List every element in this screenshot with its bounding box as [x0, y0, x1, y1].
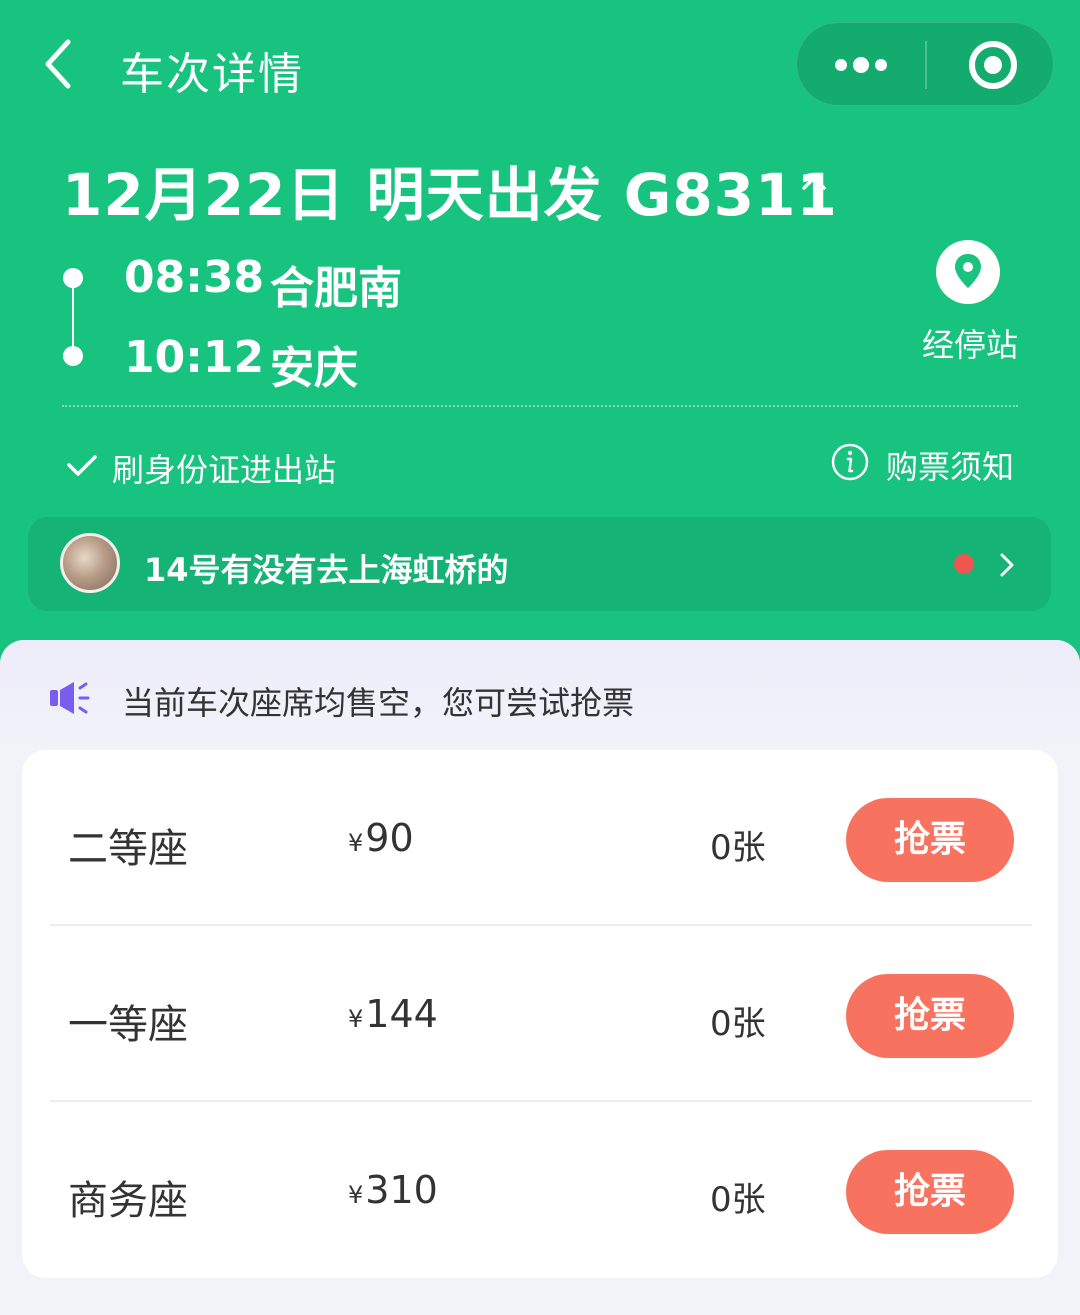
soldout-notice: 当前车次座席均售空，您可尝试抢票: [122, 684, 635, 722]
arrival-time: 10:12: [124, 332, 265, 383]
unread-dot: [954, 554, 974, 574]
close-button[interactable]: [947, 33, 1037, 97]
purchase-notice-label: 购票须知: [886, 448, 1015, 486]
seat-list: 二等座 ¥90 0张 抢票 一等座 ¥144 0张 抢票 商务座 ¥310 0张…: [22, 750, 1058, 1278]
dotted-divider: [62, 405, 1018, 407]
info-icon: [831, 443, 869, 481]
page-title: 车次详情: [120, 49, 304, 100]
location-pin-icon: [955, 254, 981, 288]
grab-ticket-button[interactable]: 抢票: [846, 974, 1014, 1058]
stops-label: 经停站: [921, 326, 1018, 364]
checkmark-icon: [67, 455, 97, 476]
seat-name: 商务座: [68, 1178, 188, 1224]
seat-price: ¥90: [348, 816, 414, 860]
avatar: [60, 533, 120, 593]
currency-symbol: ¥: [348, 1181, 364, 1209]
currency-symbol: ¥: [348, 1005, 364, 1033]
collapse-button[interactable]: [798, 166, 830, 198]
grab-ticket-button[interactable]: 抢票: [846, 1150, 1014, 1234]
seat-row-business-class: 商务座 ¥310 0张 抢票: [22, 1102, 1058, 1278]
soldout-banner: 当前车次座席均售空，您可尝试抢票: [0, 640, 1080, 750]
seat-count: 0张: [710, 1004, 766, 1044]
price-value: 90: [365, 816, 414, 860]
close-circle-icon: [969, 41, 1017, 89]
chevron-up-icon: [802, 176, 826, 190]
seat-name: 一等座: [68, 1002, 188, 1048]
pin-circle: [936, 240, 1000, 304]
back-button[interactable]: [40, 36, 80, 92]
stops-button[interactable]: 经停站: [910, 238, 1030, 368]
nav-bar: 车次详情: [0, 0, 1080, 130]
price-value: 310: [365, 1168, 438, 1212]
back-arrow-icon: [45, 39, 71, 89]
price-value: 144: [365, 992, 438, 1036]
content-panel: 当前车次座席均售空，您可尝试抢票 二等座 ¥90 0张 抢票 一等座 ¥144 …: [0, 640, 1080, 1315]
departure-station: 合肥南: [270, 263, 402, 314]
seat-count: 0张: [710, 828, 766, 868]
menu-capsule: [796, 22, 1054, 106]
id-check-label: 刷身份证进出站: [112, 451, 337, 489]
departure-dot: [63, 268, 83, 288]
capsule-divider: [925, 41, 927, 89]
arrival-dot: [63, 346, 83, 366]
header: 车次详情 12月22日 明天出发 G8311 08:38 合肥南 10:12 安…: [0, 0, 1080, 680]
chevron-right-icon: [1000, 553, 1014, 577]
seat-row-second-class: 二等座 ¥90 0张 抢票: [22, 750, 1058, 926]
departure-time: 08:38: [124, 252, 265, 303]
seat-count: 0张: [710, 1180, 766, 1220]
id-check-info: 刷身份证进出站: [66, 445, 336, 489]
timeline-line: [72, 278, 74, 356]
seat-name: 二等座: [68, 826, 188, 872]
trip-title: 12月22日 明天出发 G8311: [62, 161, 838, 229]
more-dots-icon: [835, 57, 887, 73]
seat-price: ¥310: [348, 1168, 438, 1212]
grab-ticket-button[interactable]: 抢票: [846, 798, 1014, 882]
arrival-station: 安庆: [270, 343, 358, 394]
more-button[interactable]: [823, 37, 913, 93]
currency-symbol: ¥: [348, 829, 364, 857]
purchase-notice-link[interactable]: 购票须知: [830, 440, 1030, 486]
speaker-icon: [50, 682, 90, 714]
seat-price: ¥144: [348, 992, 438, 1036]
chat-bar[interactable]: 14号有没有去上海虹桥的: [28, 517, 1051, 611]
chat-message: 14号有没有去上海虹桥的: [144, 551, 509, 589]
seat-row-first-class: 一等座 ¥144 0张 抢票: [22, 926, 1058, 1102]
